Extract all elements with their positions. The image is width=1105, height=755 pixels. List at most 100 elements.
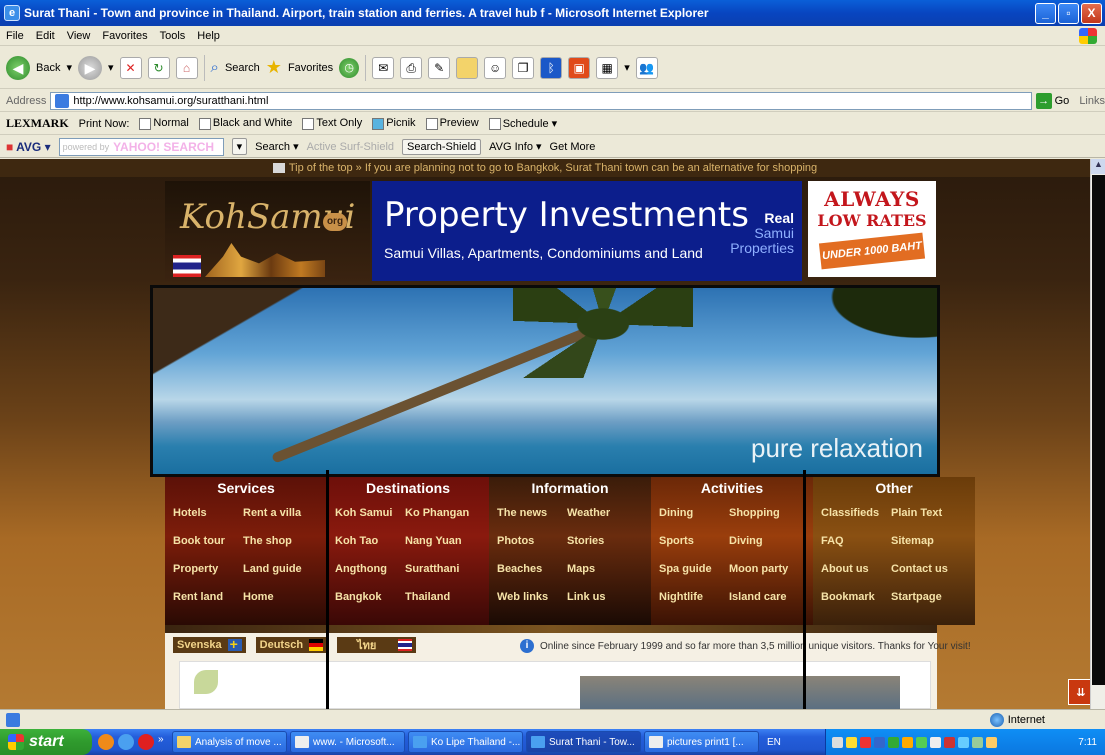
messenger-icon[interactable]: ☺ xyxy=(484,56,507,79)
menu-file[interactable]: File xyxy=(6,30,24,42)
yahoo-dropdown-icon[interactable]: ▾ xyxy=(231,138,248,155)
nav-link[interactable]: Contact us xyxy=(891,555,975,583)
picnik-button[interactable]: Picnik xyxy=(372,117,416,130)
nav-link[interactable]: Sports xyxy=(659,527,729,555)
active-surf-shield[interactable]: Active Surf-Shield xyxy=(307,141,394,153)
nav-link[interactable]: Nightlife xyxy=(659,583,729,611)
address-input[interactable]: http://www.kohsamui.org/suratthani.html xyxy=(50,91,1032,110)
language-indicator[interactable]: EN xyxy=(767,737,781,748)
vertical-scrollbar[interactable]: ▲ xyxy=(1090,159,1105,709)
home-icon[interactable]: ⌂ xyxy=(175,56,198,79)
nav-link[interactable]: Suratthani xyxy=(405,555,489,583)
nav-link[interactable]: Photos xyxy=(497,527,567,555)
stop-icon[interactable]: ✕ xyxy=(119,56,142,79)
tray-sync-icon[interactable] xyxy=(958,736,969,748)
nav-link[interactable]: Land guide xyxy=(243,555,327,583)
nav-link[interactable]: Moon party xyxy=(729,555,813,583)
folder-icon[interactable] xyxy=(456,56,479,79)
scroll-down-icon[interactable]: ⇊ xyxy=(1068,679,1090,705)
links-button[interactable]: Links xyxy=(1079,95,1105,107)
site-logo[interactable]: KohSamui org xyxy=(165,181,370,281)
menu-favorites[interactable]: Favorites xyxy=(102,30,147,42)
nav-link[interactable]: Weather xyxy=(567,499,651,527)
tray-network-icon[interactable] xyxy=(832,736,843,748)
nav-link[interactable]: Diving xyxy=(729,527,813,555)
tip-text[interactable]: Tip of the top » If you are planning not… xyxy=(289,162,817,174)
print-bw-button[interactable]: Black and White xyxy=(198,117,292,130)
nav-link[interactable]: Rent land xyxy=(173,583,243,611)
task-button[interactable]: www. - Microsoft... xyxy=(290,731,405,753)
firefox-icon[interactable] xyxy=(98,734,114,750)
nav-link[interactable]: Nang Yuan xyxy=(405,527,489,555)
tray-power-icon[interactable] xyxy=(972,736,983,748)
nav-link[interactable]: About us xyxy=(821,555,891,583)
avg-info-button[interactable]: AVG Info ▾ xyxy=(489,140,541,153)
nav-link[interactable]: Startpage xyxy=(891,583,975,611)
nav-link[interactable]: Ko Phangan xyxy=(405,499,489,527)
lang-thai-button[interactable]: ไทย xyxy=(337,637,417,653)
tool-dropdown-icon[interactable]: ▾ xyxy=(624,61,630,74)
refresh-icon[interactable]: ↻ xyxy=(147,56,170,79)
nav-link[interactable]: Web links xyxy=(497,583,567,611)
go-button[interactable]: → Go xyxy=(1035,92,1069,109)
mail-icon[interactable]: ✉ xyxy=(372,56,395,79)
nav-link[interactable]: Island care xyxy=(729,583,813,611)
nav-link[interactable]: Thailand xyxy=(405,583,489,611)
nav-link[interactable]: The shop xyxy=(243,527,327,555)
tray-volume-icon[interactable] xyxy=(846,736,857,748)
nav-link[interactable]: Classifieds xyxy=(821,499,891,527)
yahoo-search-input[interactable]: powered by YAHOO! SEARCH xyxy=(58,137,224,156)
nav-link[interactable]: The news xyxy=(497,499,567,527)
history-icon[interactable]: ◷ xyxy=(339,57,360,78)
nav-link[interactable]: Koh Tao xyxy=(335,527,405,555)
nav-link[interactable]: Sitemap xyxy=(891,527,975,555)
scroll-up-icon[interactable]: ▲ xyxy=(1091,159,1105,174)
tray-antivirus-icon[interactable] xyxy=(888,736,899,748)
print-text-only-button[interactable]: Text Only xyxy=(302,117,362,130)
edit-icon[interactable]: ✎ xyxy=(428,56,451,79)
nav-link[interactable]: Home xyxy=(243,583,327,611)
maximize-button[interactable]: ▫ xyxy=(1058,3,1079,24)
nav-link[interactable]: Beaches xyxy=(497,555,567,583)
tray-printer-icon[interactable] xyxy=(930,736,941,748)
lang-svenska-button[interactable]: Svenska xyxy=(173,636,246,653)
grid-tool-icon[interactable]: ▦ xyxy=(596,56,619,79)
task-button[interactable]: Ko Lipe Thailand -... xyxy=(408,731,523,753)
opera-icon[interactable] xyxy=(138,734,154,750)
ie-icon[interactable] xyxy=(118,734,134,750)
nav-link[interactable]: Rent a villa xyxy=(243,499,327,527)
bluetooth-icon[interactable]: ᛒ xyxy=(540,56,563,79)
menu-view[interactable]: View xyxy=(67,30,91,42)
nav-link[interactable]: Property xyxy=(173,555,243,583)
nav-link[interactable]: Hotels xyxy=(173,499,243,527)
back-dropdown-icon[interactable]: ▾ xyxy=(66,61,72,74)
scrollbar-thumb[interactable] xyxy=(1092,175,1105,685)
forward-arrow-icon[interactable]: ▶ xyxy=(78,55,102,80)
addon-red-icon[interactable]: ▣ xyxy=(568,56,591,79)
nav-link[interactable]: Koh Samui xyxy=(335,499,405,527)
nav-link[interactable]: Plain Text xyxy=(891,499,975,527)
nav-link[interactable]: Bangkok xyxy=(335,583,405,611)
schedule-button[interactable]: Schedule ▾ xyxy=(488,117,557,131)
nav-link[interactable]: Shopping xyxy=(729,499,813,527)
task-button[interactable]: Analysis of move ... xyxy=(172,731,287,753)
menu-edit[interactable]: Edit xyxy=(36,30,55,42)
print-normal-button[interactable]: Normal xyxy=(139,117,189,130)
nav-link[interactable]: FAQ xyxy=(821,527,891,555)
back-arrow-icon[interactable]: ◀ xyxy=(6,55,30,80)
tray-bluetooth-icon[interactable] xyxy=(874,736,885,748)
forward-dropdown-icon[interactable]: ▾ xyxy=(108,61,114,74)
more-chevron-icon[interactable]: » xyxy=(158,734,166,750)
preview-button[interactable]: Preview xyxy=(425,117,479,130)
avg-logo-button[interactable]: ■ AVG ▾ xyxy=(6,140,51,154)
minimize-button[interactable]: _ xyxy=(1035,3,1056,24)
property-investments-ad[interactable]: Property Investments Samui Villas, Apart… xyxy=(372,181,802,281)
task-button[interactable]: pictures print1 [... xyxy=(644,731,759,753)
tray-messenger-icon[interactable] xyxy=(916,736,927,748)
print-icon[interactable]: ⎙ xyxy=(400,56,423,79)
search-shield-button[interactable]: Search-Shield xyxy=(402,138,482,155)
nav-link[interactable]: Dining xyxy=(659,499,729,527)
menu-help[interactable]: Help xyxy=(197,30,220,42)
close-button[interactable]: X xyxy=(1081,3,1102,24)
avg-search-button[interactable]: Search ▾ xyxy=(255,140,298,153)
